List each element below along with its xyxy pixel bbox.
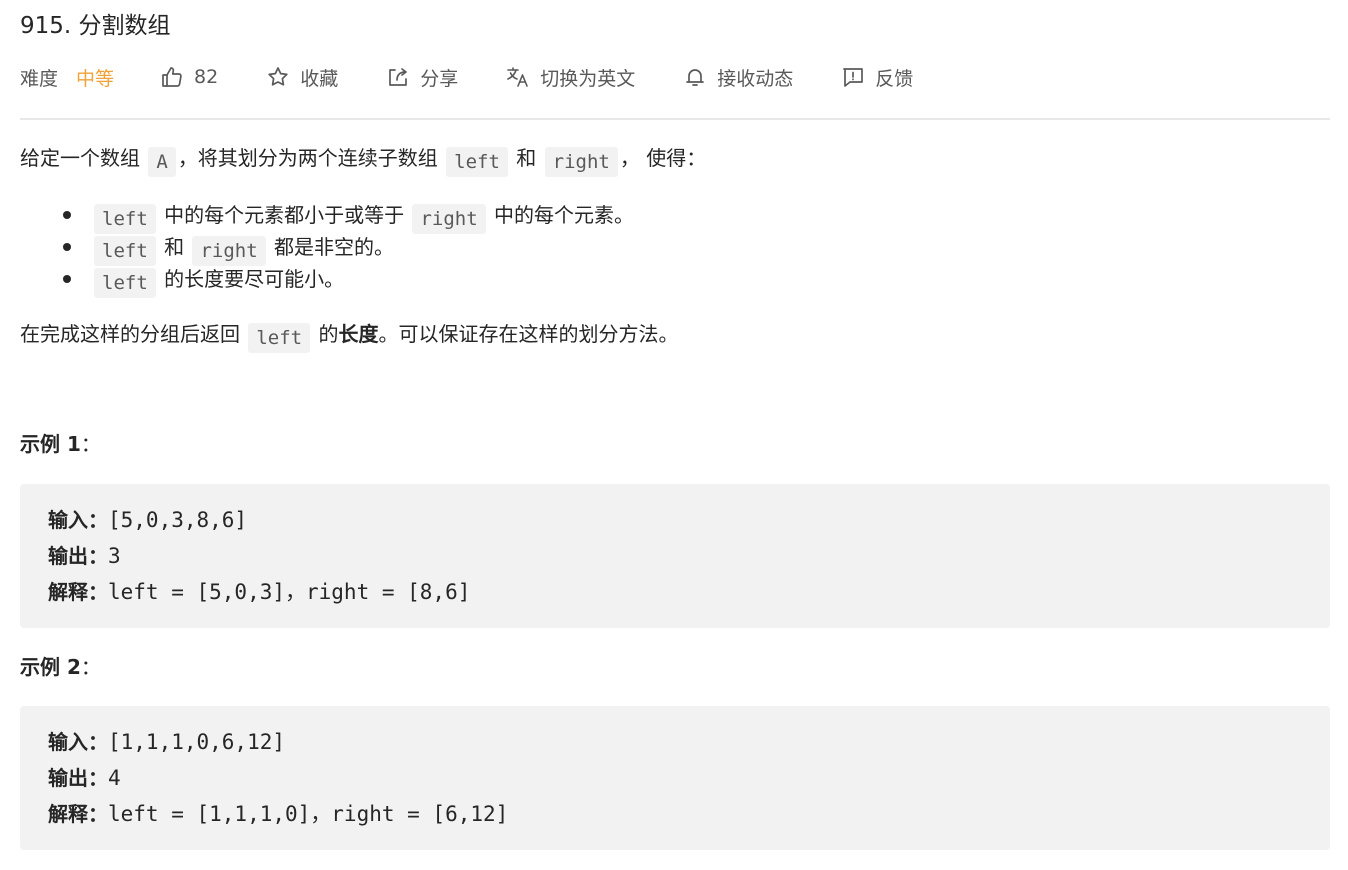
- thumbs-up-icon: [162, 67, 182, 87]
- difficulty: 难度 中等: [20, 64, 114, 91]
- list-item-text: 都是非空的。: [267, 235, 395, 259]
- explain-value: left = [5,0,3]，right = [8,6]: [108, 580, 471, 604]
- description-intro: 给定一个数组 A ，将其划分为两个连续子数组 left 和 right， 使得：: [20, 143, 706, 177]
- explain-label: 解释：: [48, 802, 108, 826]
- bell-icon: [686, 69, 705, 86]
- description-return: 在完成这样的分组后返回 left 的长度。可以保证存在这样的划分方法。: [20, 319, 678, 353]
- likes-count: 82: [194, 66, 219, 88]
- output-value: 4: [108, 766, 121, 790]
- feedback-button[interactable]: 反馈: [841, 64, 913, 91]
- share-label: 分享: [420, 67, 459, 90]
- example-title-suffix: ：: [80, 655, 101, 679]
- intro-text-4: ， 使得：: [619, 146, 707, 170]
- example-1-codeblock: 输入：[5,0,3,8,6] 输出：3 解释：left = [5,0,3]，ri…: [20, 484, 1330, 628]
- example-explain-line: 解释：left = [5,0,3]，right = [8,6]: [48, 577, 470, 607]
- intro-text-1: 给定一个数组: [20, 146, 147, 170]
- translate-label: 切换为英文: [540, 67, 636, 90]
- star-icon: [268, 67, 288, 86]
- constraint-list: left 中的每个元素都小于或等于 right 中的每个元素。 left 和 r…: [20, 199, 634, 298]
- problem-title: 915. 分割数组: [20, 13, 171, 39]
- favorite-button[interactable]: 收藏: [266, 64, 338, 91]
- return-bold-text: 长度: [338, 322, 379, 346]
- list-item: left 的长度要尽可能小。: [20, 263, 344, 298]
- example-output-line: 输出：4: [48, 763, 121, 793]
- share-icon: [389, 68, 408, 86]
- example-title-number: 1: [66, 432, 81, 456]
- inline-code: right: [544, 147, 618, 177]
- explain-value: left = [1,1,1,0]，right = [6,12]: [108, 802, 509, 826]
- input-label: 输入：: [48, 508, 108, 532]
- example-input-line: 输入：[1,1,1,0,6,12]: [48, 727, 285, 757]
- feedback-label: 反馈: [875, 67, 914, 90]
- output-label: 输出：: [48, 766, 108, 790]
- return-text-1: 在完成这样的分组后返回: [20, 322, 247, 346]
- return-text-2: 的: [312, 322, 339, 346]
- input-value: [1,1,1,0,6,12]: [108, 730, 286, 754]
- favorite-label: 收藏: [300, 67, 339, 90]
- list-item-text: 中的每个元素都小于或等于: [157, 203, 411, 227]
- intro-text-2: ，将其划分为两个连续子数组: [177, 146, 445, 170]
- inline-code: left: [248, 323, 311, 353]
- example-explain-line: 解释：left = [1,1,1,0]，right = [6,12]: [48, 799, 508, 829]
- inline-code: left: [94, 236, 156, 266]
- inline-code: right: [192, 236, 266, 266]
- notify-button[interactable]: 接收动态: [683, 64, 793, 91]
- example-title-prefix: 示例: [20, 655, 67, 679]
- example-2-codeblock: 输入：[1,1,1,0,6,12] 输出：4 解释：left = [1,1,1,…: [20, 706, 1330, 850]
- inline-code: left: [94, 204, 156, 234]
- list-item: left 中的每个元素都小于或等于 right 中的每个元素。: [20, 199, 634, 234]
- notify-label: 接收动态: [717, 67, 794, 90]
- bullet-dot: [63, 211, 71, 219]
- problem-meta-bar: 难度 中等 82 收藏 分享 切换为英文 接收动态 反馈: [20, 60, 913, 94]
- example-output-line: 输出：3: [48, 541, 121, 571]
- example-input-line: 输入：[5,0,3,8,6]: [48, 505, 247, 535]
- list-item-text: 和: [157, 235, 191, 259]
- example-1-title: 示例 1：: [20, 430, 101, 458]
- input-label: 输入：: [48, 730, 108, 754]
- example-2-title: 示例 2：: [20, 653, 101, 681]
- share-button[interactable]: 分享: [386, 64, 458, 91]
- explain-label: 解释：: [48, 580, 108, 604]
- inline-code: left: [94, 268, 156, 298]
- problem-page: 915. 分割数组 难度 中等 82 收藏 分享 切换为英文 接收动态 反馈 给…: [0, 0, 1348, 870]
- translate-icon: [507, 67, 529, 87]
- translate-button[interactable]: 切换为英文: [506, 64, 635, 91]
- example-title-prefix: 示例: [20, 432, 67, 456]
- return-text-3: 。可以保证存在这样的划分方法。: [378, 322, 679, 346]
- inline-code: right: [412, 204, 486, 234]
- bullet-dot: [63, 275, 71, 283]
- difficulty-value: 中等: [76, 67, 115, 90]
- list-item-text: 的长度要尽可能小。: [157, 267, 345, 291]
- inline-code: A: [148, 147, 176, 177]
- list-item-text: 中的每个元素。: [487, 203, 635, 227]
- header-divider: [20, 118, 1330, 120]
- bullet-dot: [63, 243, 71, 251]
- example-title-number: 2: [66, 655, 81, 679]
- feedback-icon: [843, 68, 864, 87]
- intro-text-3: 和: [509, 146, 543, 170]
- example-title-suffix: ：: [80, 432, 101, 456]
- output-value: 3: [108, 544, 121, 568]
- inline-code: left: [446, 147, 508, 177]
- output-label: 输出：: [48, 544, 108, 568]
- list-item: left 和 right 都是非空的。: [20, 231, 394, 266]
- like-button[interactable]: 82: [160, 65, 218, 89]
- difficulty-label: 难度: [20, 67, 59, 90]
- input-value: [5,0,3,8,6]: [108, 508, 248, 532]
